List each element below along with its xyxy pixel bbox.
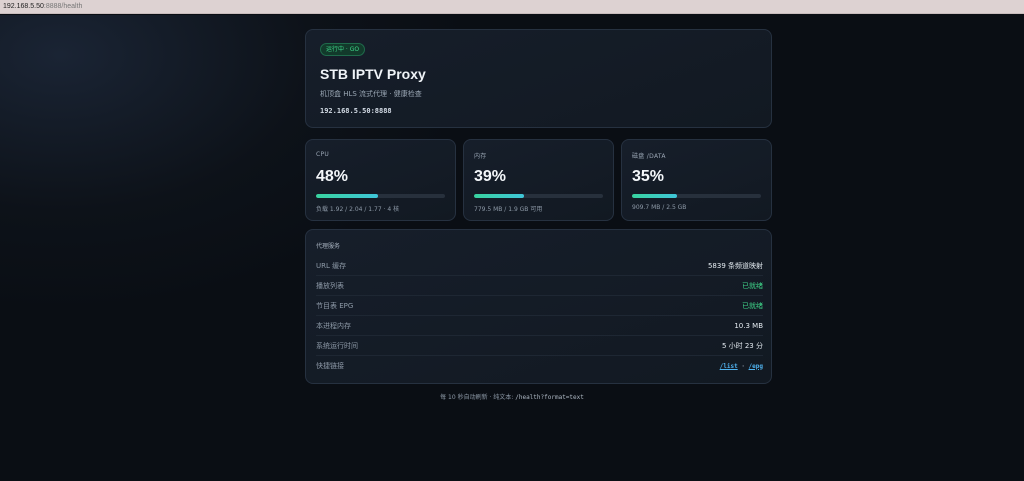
row-key: 系统运行时间 xyxy=(316,341,358,350)
status-badge: 运行中 · GO xyxy=(320,43,366,56)
row-process-memory: 本进程内存 10.3 MB xyxy=(316,316,763,336)
cpu-card: CPU 48% 负载 1.92 / 2.04 / 1.77 · 4 核 xyxy=(305,139,456,221)
disk-label: 磁盘 /DATA xyxy=(632,153,666,160)
row-quick-links: 快捷链接 /list · /epg xyxy=(316,356,763,376)
footer-text: 每 10 秒自动刷新 · 纯文本: xyxy=(440,394,516,401)
row-key: 本进程内存 xyxy=(316,321,351,330)
disk-progress-fill xyxy=(632,194,678,198)
memory-progress-fill xyxy=(474,194,525,198)
cpu-progress-track xyxy=(316,194,445,198)
memory-progress-track xyxy=(474,194,603,198)
memory-detail: 779.5 MB / 1.9 GB 可用 xyxy=(474,206,543,213)
row-playlist: 播放列表 已就绪 xyxy=(316,276,763,296)
cpu-detail: 负载 1.92 / 2.04 / 1.77 · 4 核 xyxy=(316,206,400,213)
row-key: 节目表 EPG xyxy=(316,301,354,310)
disk-progress-track xyxy=(632,194,761,198)
link-separator: · xyxy=(737,362,749,370)
url-host: 192.168.5.50 xyxy=(3,3,44,10)
page-title: STB IPTV Proxy xyxy=(320,66,426,82)
row-value: 5 小时 23 分 xyxy=(721,341,763,350)
disk-value: 35% xyxy=(632,168,665,185)
playlist-status: 已就绪 xyxy=(742,281,763,290)
row-epg: 节目表 EPG 已就绪 xyxy=(316,296,763,316)
section-title: 代理服务 xyxy=(316,243,341,250)
row-url-cache: URL 缓存 5839 条频道映射 xyxy=(316,256,763,276)
row-key: 快捷链接 xyxy=(316,362,344,370)
list-link[interactable]: /list xyxy=(720,363,738,370)
row-value: 10.3 MB xyxy=(734,321,763,330)
cpu-value: 48% xyxy=(316,168,349,185)
disk-card: 磁盘 /DATA 35% 909.7 MB / 2.5 GB xyxy=(621,139,772,221)
epg-status: 已就绪 xyxy=(742,301,763,310)
epg-link[interactable]: /epg xyxy=(749,363,763,370)
row-uptime: 系统运行时间 5 小时 23 分 xyxy=(316,336,763,356)
page-subtitle: 机顶盒 HLS 流式代理 · 健康检查 xyxy=(320,90,422,98)
memory-card: 内存 39% 779.5 MB / 1.9 GB 可用 xyxy=(463,139,614,221)
url-path: :8888/health xyxy=(43,3,83,10)
cpu-label: CPU xyxy=(316,151,330,158)
service-rows: URL 缓存 5839 条频道映射 播放列表 已就绪 节目表 EPG 已就绪 本… xyxy=(316,256,763,376)
hero-card: 运行中 · GO STB IPTV Proxy 机顶盒 HLS 流式代理 · 健… xyxy=(305,29,772,128)
memory-value: 39% xyxy=(474,168,507,185)
row-key: URL 缓存 xyxy=(316,261,347,270)
cpu-progress-fill xyxy=(316,194,378,198)
address-bar[interactable]: 192.168.5.50:8888/health xyxy=(0,0,1024,14)
memory-label: 内存 xyxy=(474,153,487,160)
quick-links: /list · /epg xyxy=(720,363,763,370)
footer-code: /health?format=text xyxy=(515,394,584,401)
row-key: 播放列表 xyxy=(316,281,344,290)
disk-detail: 909.7 MB / 2.5 GB xyxy=(632,204,687,211)
row-value: 5839 条频道映射 xyxy=(707,261,763,270)
health-page: 运行中 · GO STB IPTV Proxy 机顶盒 HLS 流式代理 · 健… xyxy=(0,15,1024,481)
server-address: 192.168.5.50:8888 xyxy=(320,107,392,115)
footer-note: 每 10 秒自动刷新 · 纯文本: /health?format=text xyxy=(0,392,1024,401)
proxy-service-card: 代理服务 URL 缓存 5839 条频道映射 播放列表 已就绪 节目表 EPG … xyxy=(305,229,772,384)
